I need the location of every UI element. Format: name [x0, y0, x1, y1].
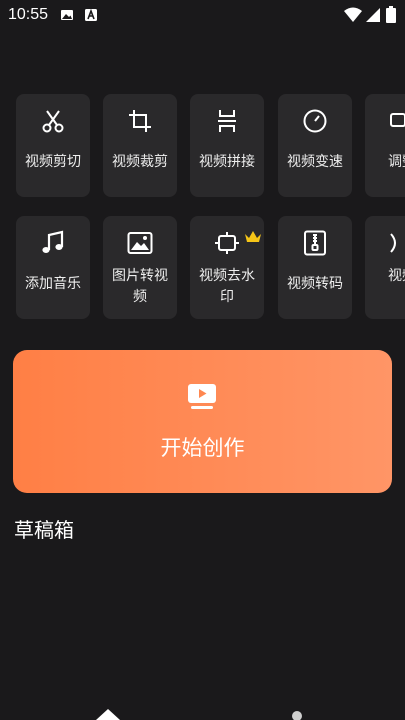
tool-label: 视频剪切 — [25, 154, 81, 170]
battery-icon — [386, 6, 396, 23]
watermark-remove-icon — [215, 232, 239, 254]
scissors-icon — [42, 110, 64, 133]
image-icon — [61, 10, 73, 20]
tool-label: 视频去水印 — [199, 268, 255, 305]
speed-gauge-icon — [303, 109, 327, 133]
crown-icon — [245, 231, 261, 242]
image-icon — [127, 232, 153, 254]
wifi-icon — [344, 7, 362, 22]
tool-label: 视频 — [388, 268, 405, 284]
tool-video-cut[interactable]: 视频剪切 — [16, 94, 90, 197]
tool-label: 视频拼接 — [199, 154, 255, 170]
tool-video-merge[interactable]: 视频拼接 — [190, 94, 264, 197]
signal-icon — [366, 8, 380, 22]
tool-adjust[interactable]: 调整 — [365, 94, 405, 197]
a-letter-icon — [85, 8, 97, 21]
bottom-navigation — [0, 700, 405, 720]
tool-label: 视频转码 — [287, 276, 343, 292]
zip-file-icon — [304, 230, 326, 256]
tools-row-2: 添加音乐 图片转视频 视频去水印 视频转码 视频 — [0, 216, 405, 326]
music-note-icon — [42, 230, 64, 253]
crop-icon — [129, 110, 151, 132]
tool-video-crop[interactable]: 视频裁剪 — [103, 94, 177, 197]
tool-label: 调整 — [388, 154, 405, 170]
merge-icon — [218, 110, 236, 132]
tool-remove-watermark[interactable]: 视频去水印 — [190, 216, 264, 319]
profile-tab-icon[interactable] — [291, 710, 303, 720]
video-play-icon — [188, 384, 216, 409]
tool-video-more[interactable]: 视频 — [365, 216, 405, 319]
partial-icon — [390, 233, 396, 253]
tool-label: 视频变速 — [287, 154, 343, 170]
tool-video-speed[interactable]: 视频变速 — [278, 94, 352, 197]
tool-add-music[interactable]: 添加音乐 — [16, 216, 90, 319]
tool-label: 添加音乐 — [25, 276, 81, 292]
status-time: 10:55 — [8, 6, 49, 23]
start-create-label: 开始创作 — [160, 436, 245, 460]
home-tab-icon[interactable] — [96, 708, 120, 720]
tool-video-transcode[interactable]: 视频转码 — [278, 216, 352, 319]
tool-label: 图片转视频 — [112, 268, 168, 305]
status-bar: 10:55 — [0, 0, 405, 32]
adjust-icon — [390, 113, 405, 127]
drafts-title: 草稿箱 — [14, 518, 74, 542]
start-create-button[interactable]: 开始创作 — [13, 350, 392, 493]
tool-image-to-video[interactable]: 图片转视频 — [103, 216, 177, 319]
tools-row-1: 视频剪切 视频裁剪 视频拼接 视频变速 调整 — [0, 94, 405, 204]
tool-label: 视频裁剪 — [112, 154, 168, 170]
